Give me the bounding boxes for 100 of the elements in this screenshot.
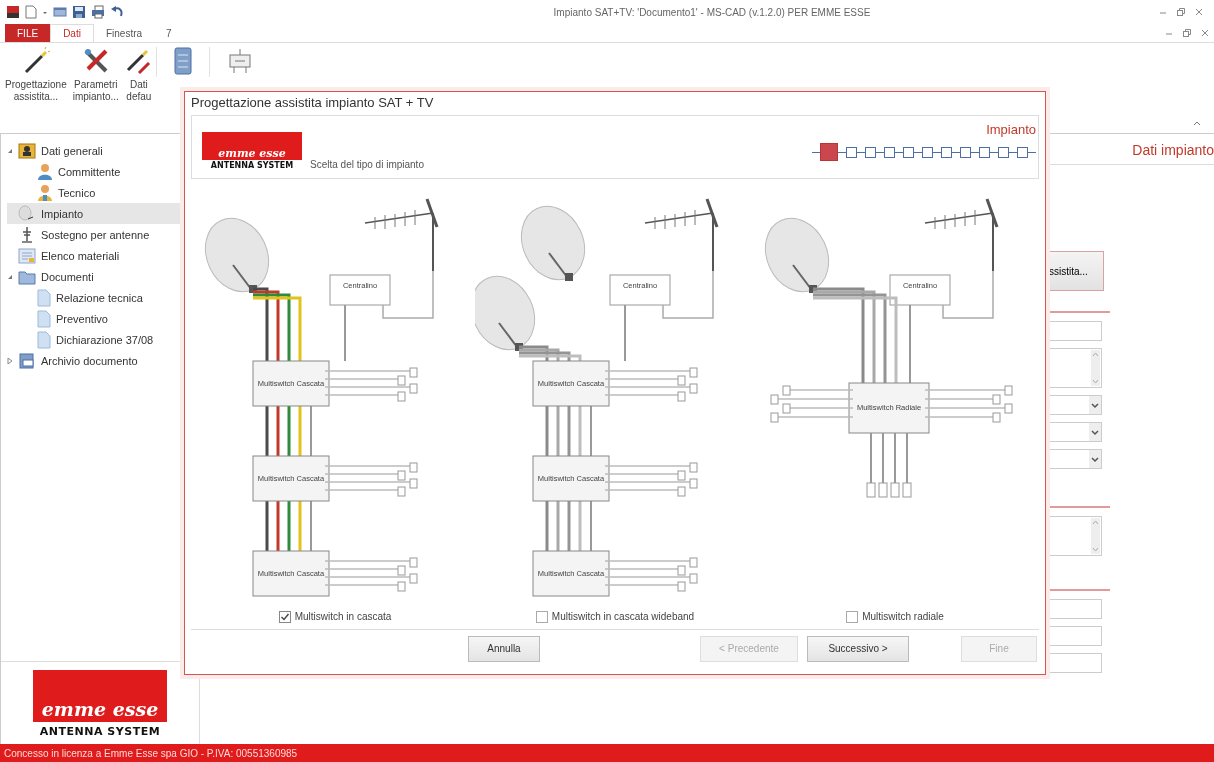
ribbon-tab[interactable]: Finestra xyxy=(93,24,155,42)
restore-icon[interactable] xyxy=(1176,7,1186,17)
panel-title: Dati impianto xyxy=(1132,142,1214,158)
option-checkbox[interactable]: Multiswitch radiale xyxy=(846,610,944,623)
person-icon xyxy=(37,162,53,181)
cable-line xyxy=(287,500,291,551)
archive-icon xyxy=(18,351,36,370)
tree-item[interactable]: Impianto xyxy=(7,203,181,224)
cable-line xyxy=(298,405,302,456)
ribbon-button[interactable]: Parametri impianto... xyxy=(69,47,122,103)
chevron-down-icon xyxy=(1089,423,1101,441)
dialog-button[interactable]: Annulla xyxy=(468,635,540,662)
checkbox[interactable] xyxy=(278,610,291,623)
window-icon[interactable] xyxy=(53,5,67,19)
tree-item[interactable]: Dichiarazione 37/08 xyxy=(7,329,181,350)
tree-item-label: Elenco materiali xyxy=(41,249,120,262)
ribbon-tab[interactable]: 7 xyxy=(154,24,184,42)
tree-item-label: Dati generali xyxy=(41,144,103,157)
cable-line xyxy=(578,405,582,456)
cable-line xyxy=(276,500,280,551)
logo-wordmark: emme esse xyxy=(218,146,286,160)
tree-item[interactable]: Sostegno per antenne xyxy=(7,224,181,245)
tree-item-label: Tecnico xyxy=(58,186,96,199)
cable-line xyxy=(567,500,571,551)
cable-line xyxy=(590,499,592,552)
cable-line xyxy=(567,405,571,456)
list-icon xyxy=(18,246,36,265)
cable-line xyxy=(590,404,592,457)
cable-line xyxy=(556,405,560,456)
undo-icon[interactable] xyxy=(110,5,124,19)
tree-item[interactable]: Relazione tecnica xyxy=(7,287,181,308)
collapsed-arrow-icon[interactable] xyxy=(7,357,13,364)
chevron-down-icon xyxy=(1089,396,1101,414)
dialog-button[interactable]: Successivo > xyxy=(807,635,909,662)
document-icon xyxy=(37,309,51,328)
app-logo-icon xyxy=(6,5,20,19)
id-card-icon xyxy=(18,141,36,160)
tree-item[interactable]: Documenti xyxy=(7,266,181,287)
expanded-arrow-icon[interactable] xyxy=(7,147,13,154)
scrollbar-icon[interactable] xyxy=(1091,518,1100,554)
logo-tagline: ANTENNA SYSTEM xyxy=(39,725,161,738)
checkbox[interactable] xyxy=(846,610,859,623)
cable-line xyxy=(287,405,291,456)
option-checkbox[interactable]: Multiswitch in cascata wideband xyxy=(535,610,695,623)
cable-line xyxy=(298,500,302,551)
print-icon[interactable] xyxy=(91,5,105,19)
save-icon[interactable] xyxy=(72,5,86,19)
magic-wand-icon xyxy=(124,47,153,75)
tree-item-label: Relazione tecnica xyxy=(56,291,143,304)
checkbox-label: Multiswitch in cascata wideband xyxy=(551,611,695,623)
cable-line xyxy=(662,269,714,319)
tree-item-label: Dichiarazione 37/08 xyxy=(56,333,154,346)
cable-line xyxy=(344,303,346,362)
server-icon xyxy=(172,47,193,75)
amplifier-box xyxy=(329,274,391,306)
cable-line xyxy=(265,500,269,551)
ribbon-tab[interactable]: Dati xyxy=(50,24,94,42)
document-icon xyxy=(37,288,51,307)
tree-item-label: Sostegno per antenne xyxy=(41,228,150,241)
cable-line xyxy=(578,500,582,551)
step-description: Scelta del tipo di impianto xyxy=(310,158,424,170)
tree-item-label: Archivio documento xyxy=(41,354,138,367)
tree-item[interactable]: Tecnico xyxy=(7,182,181,203)
tree-item[interactable]: Archivio documento xyxy=(7,350,181,371)
close-icon[interactable] xyxy=(1194,7,1204,17)
tree-item[interactable]: Committente xyxy=(7,161,181,182)
checkbox[interactable] xyxy=(535,610,548,623)
ribbon-button[interactable]: Dati defau xyxy=(121,47,156,103)
tree-item-label: Impianto xyxy=(41,207,84,220)
dialog-title: Progettazione assistita impianto SAT + TV xyxy=(191,95,434,111)
satellite-dish-icon xyxy=(18,204,36,223)
checkbox-label: Multiswitch in cascata xyxy=(294,611,392,623)
close-icon[interactable] xyxy=(1200,28,1210,38)
cable-line xyxy=(556,500,560,551)
option-checkbox[interactable]: Multiswitch in cascata xyxy=(278,610,392,623)
expanded-arrow-icon[interactable] xyxy=(7,273,13,280)
tree-item-label: Preventivo xyxy=(56,312,108,325)
cable-line xyxy=(545,500,549,551)
cable-line xyxy=(942,269,994,319)
amplifier-box xyxy=(889,274,951,306)
logo-wordmark: emme esse xyxy=(41,698,159,720)
tree-item[interactable]: Dati generali xyxy=(7,140,181,161)
tree-item[interactable]: Elenco materiali xyxy=(7,245,181,266)
cable-line xyxy=(624,303,626,362)
cable-line xyxy=(382,269,434,319)
tree-item[interactable]: Preventivo xyxy=(7,308,181,329)
window-title: Impianto SAT+TV: 'Documento1' - MS-CAD (v.1.2.0) PER EMME ESSE xyxy=(552,6,872,18)
amplifier-box xyxy=(609,274,671,306)
cable-line xyxy=(310,499,312,552)
collapse-ribbon-icon[interactable] xyxy=(1192,119,1202,127)
logo-tagline: ANTENNA SYSTEM xyxy=(210,160,294,170)
tree-item-label: Documenti xyxy=(41,270,94,283)
scrollbar-icon[interactable] xyxy=(1091,350,1100,386)
new-document-icon[interactable] xyxy=(25,5,37,19)
ribbon-button[interactable]: Progettazione assistita... xyxy=(2,47,70,103)
ribbon-tab[interactable]: FILE xyxy=(5,24,51,42)
step-title: Impianto xyxy=(986,122,1036,138)
tree-item-label: Committente xyxy=(58,165,121,178)
cable-line xyxy=(310,404,312,457)
restore-icon[interactable] xyxy=(1182,28,1192,38)
